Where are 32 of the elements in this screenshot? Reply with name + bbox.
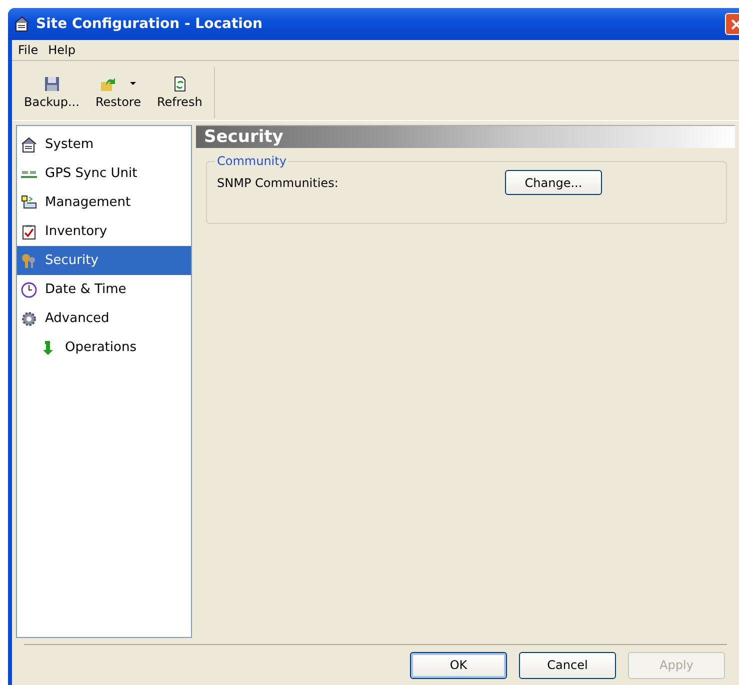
change-button[interactable]: Change...: [505, 170, 602, 195]
clock-icon: [21, 282, 37, 298]
dropdown-icon: [130, 82, 136, 86]
clipboard-icon: [21, 224, 37, 240]
floppy-icon: [44, 76, 60, 92]
refresh-icon: [172, 76, 188, 92]
dialog-button[interactable]: Cancel: [519, 652, 616, 678]
panel-header: Security: [196, 126, 735, 148]
group-title: Community: [216, 154, 288, 168]
tree-item[interactable]: GPS Sync Unit: [17, 159, 191, 188]
tree-item[interactable]: Advanced: [17, 304, 191, 333]
gear-icon: [21, 310, 37, 326]
restore-icon: [100, 76, 116, 92]
dialog-button[interactable]: OK: [410, 652, 507, 678]
tree-item[interactable]: Operations: [17, 333, 191, 362]
menu-item[interactable]: File: [18, 43, 38, 57]
tree-item[interactable]: System: [17, 130, 191, 159]
tree-item[interactable]: Date & Time: [17, 275, 191, 304]
menu-item[interactable]: Help: [48, 43, 76, 57]
window-title: Site Configuration - Location: [36, 16, 264, 32]
toolbar-button[interactable]: Refresh: [148, 65, 210, 120]
window-icon: [14, 16, 30, 32]
management-icon: [21, 194, 37, 210]
close-icon: [730, 18, 739, 30]
system-icon: [21, 136, 37, 152]
tree-item[interactable]: Inventory: [17, 217, 191, 246]
toolbar-button[interactable]: Restore: [87, 65, 149, 120]
keys-icon: [21, 252, 37, 268]
toolbar-button[interactable]: Backup...: [16, 65, 88, 120]
tree-item[interactable]: Security: [17, 246, 191, 275]
tree-item[interactable]: Management: [17, 188, 191, 217]
field-label: SNMP Communities:: [217, 176, 340, 190]
